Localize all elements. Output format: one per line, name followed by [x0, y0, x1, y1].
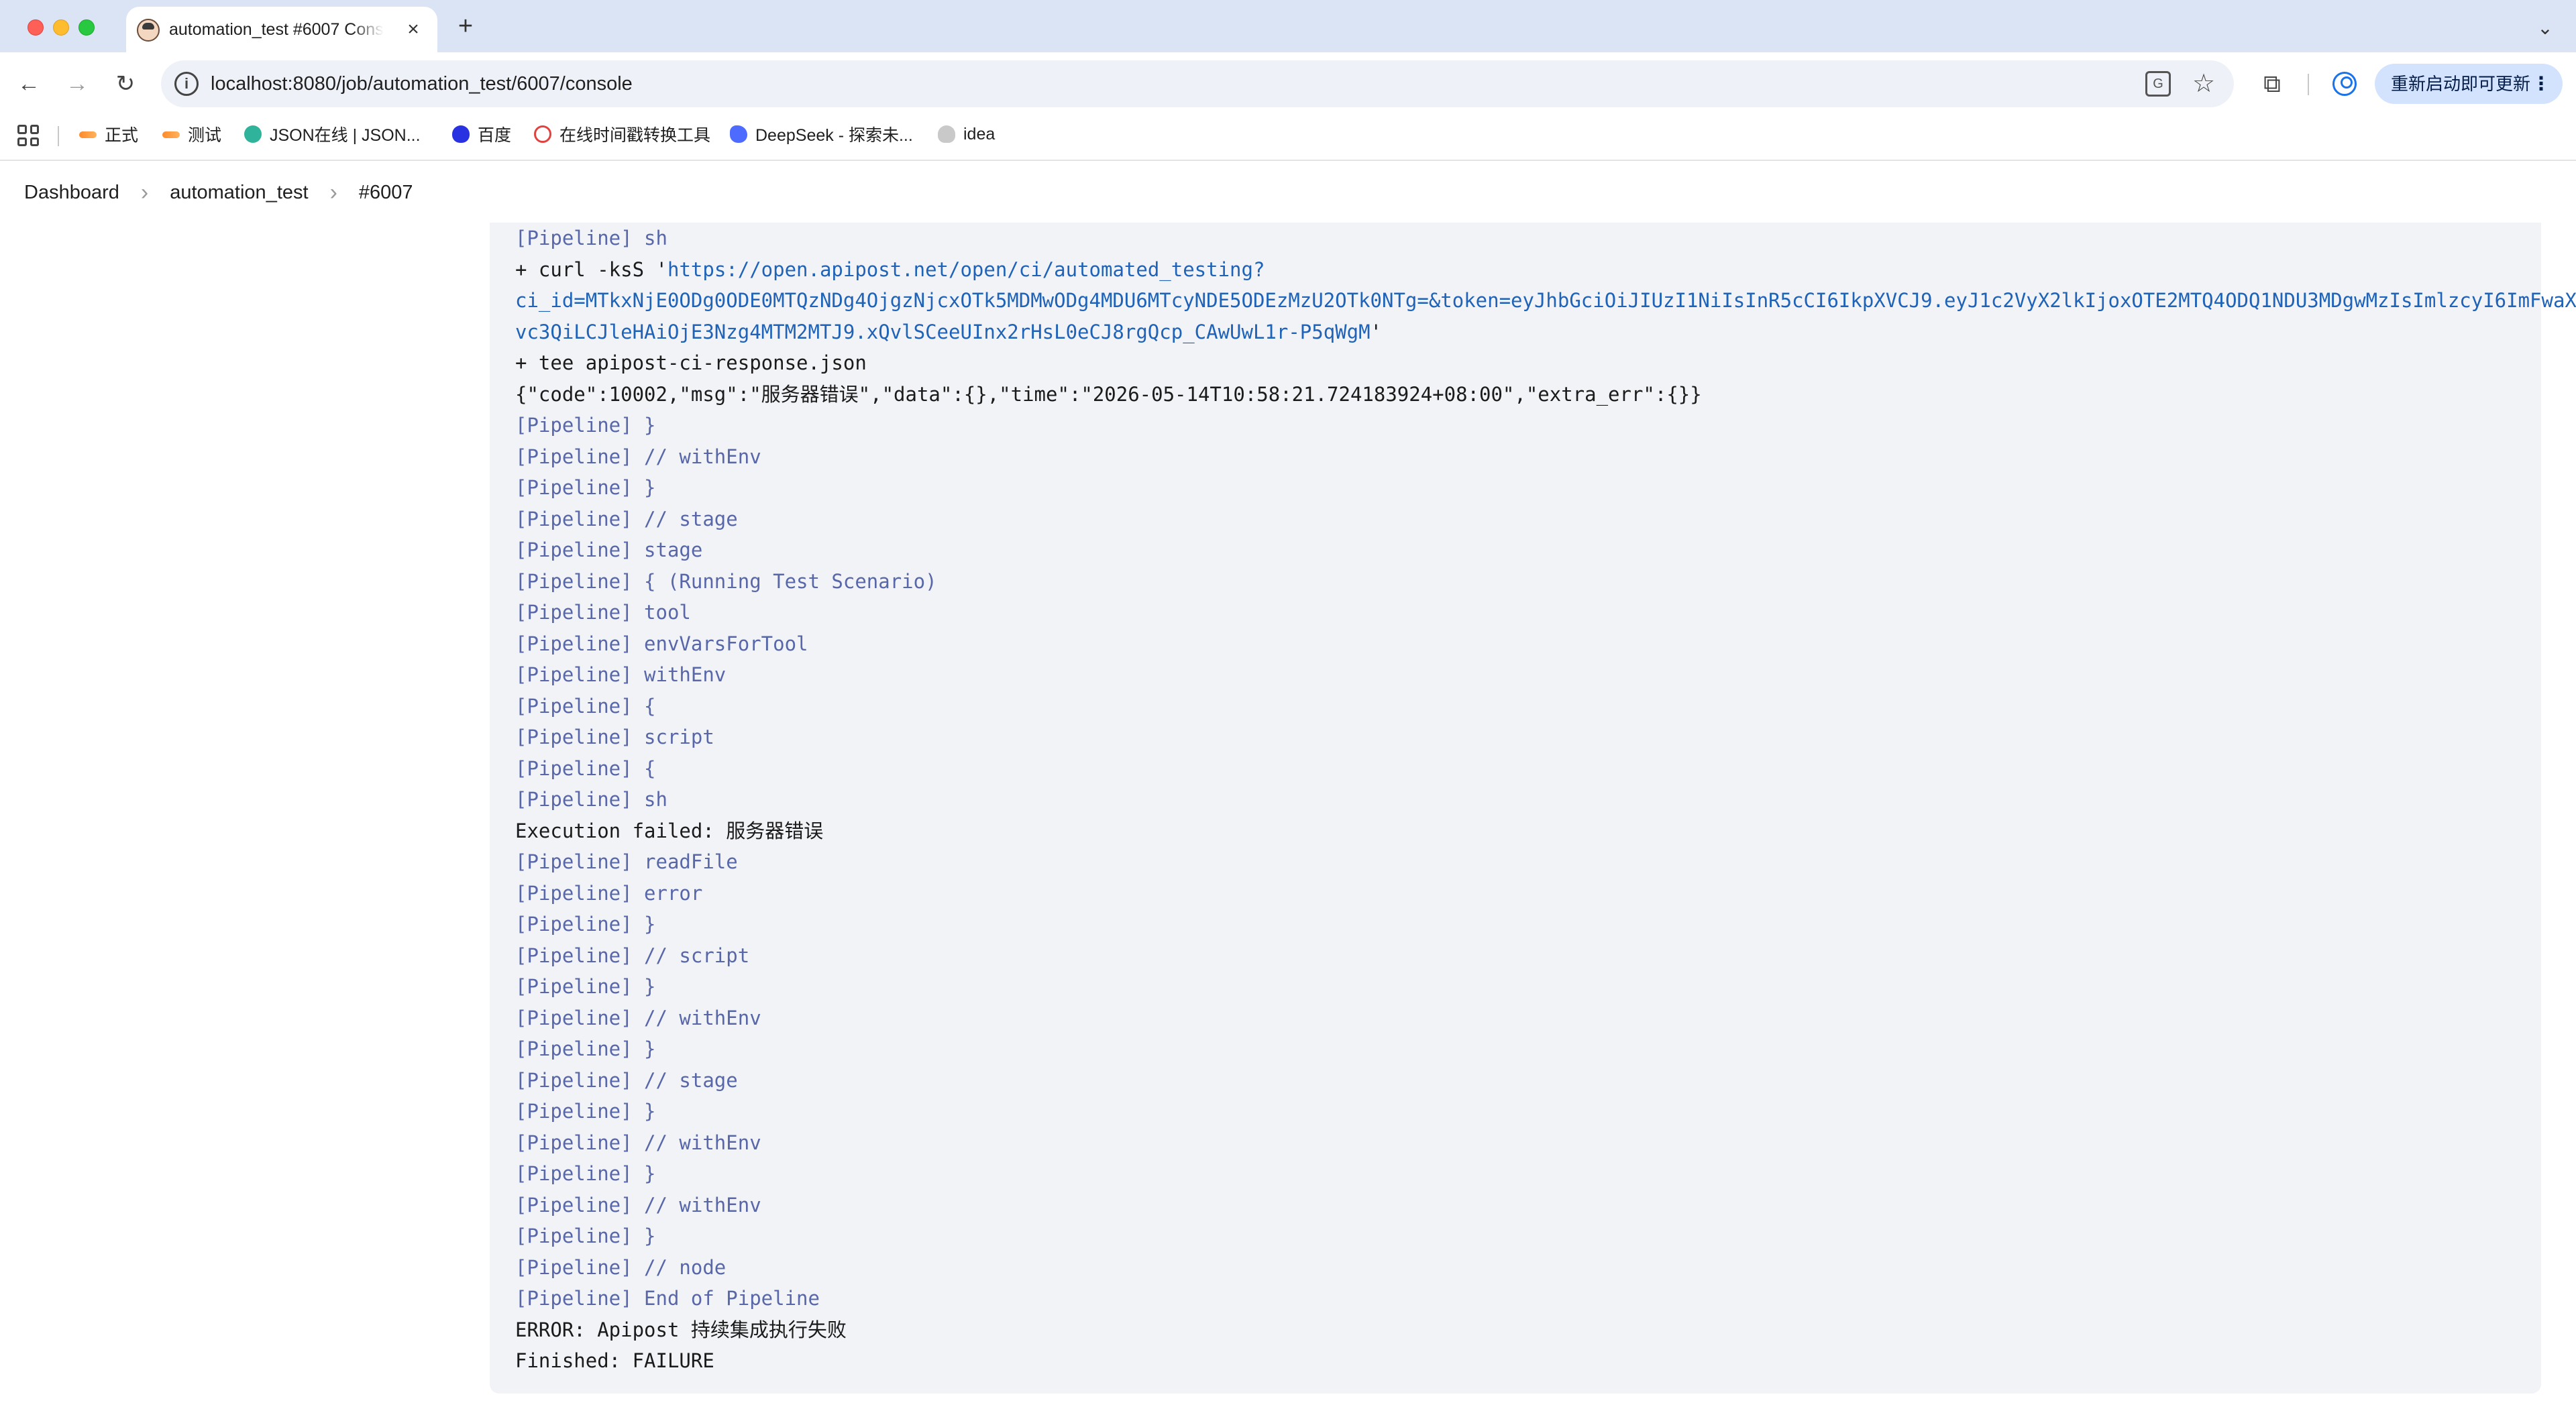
breadcrumb-dashboard[interactable]: Dashboard — [24, 182, 119, 204]
console-line: {"code":10002,"msg":"服务器错误","data":{},"t… — [515, 382, 1702, 406]
console-line: [Pipeline] } — [515, 414, 656, 437]
console-line: [Pipeline] // withEnv — [515, 445, 761, 468]
console-line: [Pipeline] } — [515, 1100, 656, 1123]
console-line: [Pipeline] script — [515, 726, 714, 748]
bookmark-item[interactable]: 在线时间戳转换工具 — [534, 115, 710, 153]
console-line: Execution failed: 服务器错误 — [515, 819, 824, 842]
back-arrow-icon[interactable]: ← — [12, 67, 46, 101]
console-line: [Pipeline] withEnv — [515, 663, 727, 686]
console-line: [Pipeline] // withEnv — [515, 1006, 761, 1029]
console-line: [Pipeline] // node — [515, 1255, 727, 1279]
bookmark-item[interactable]: DeepSeek - 探索未... — [730, 115, 913, 153]
console-line: [Pipeline] // script — [515, 944, 750, 967]
console-line: [Pipeline] } — [515, 476, 656, 499]
update-button[interactable]: 重新启动即可更新 ⋮ — [2375, 64, 2563, 104]
more-menu-icon: ⋮ — [2532, 73, 2551, 94]
curl-command: + curl -ksS 'https://open.apipost.net/op… — [515, 254, 2576, 348]
console-line: [Pipeline] sh — [515, 227, 667, 249]
console-line: [Pipeline] // stage — [515, 1068, 738, 1092]
curl-url-link[interactable]: https://open.apipost.net/open/ci/automat… — [667, 258, 1265, 281]
breadcrumb: Dashboard › automation_test › #6007 — [0, 162, 2576, 223]
tab-close-icon[interactable]: × — [400, 16, 427, 43]
console-line: [Pipeline] sh — [515, 788, 667, 811]
console-line: [Pipeline] { (Running Test Scenario) — [515, 569, 937, 593]
apps-grid-icon[interactable] — [17, 125, 39, 146]
clock-icon — [534, 125, 551, 143]
bookmarks-bar: 正式 测试 JSON在线 | JSON... 百度 在线时间戳转换工具 Deep… — [0, 115, 2576, 161]
profile-avatar-icon[interactable] — [2328, 67, 2361, 101]
window-minimize-button[interactable] — [53, 19, 69, 36]
bookmark-item[interactable]: 百度 — [452, 115, 511, 153]
console-line: [Pipeline] } — [515, 1225, 656, 1247]
curl-url-link[interactable]: vc3QiLCJleHAiOjE3Nzg4MTM2MTJ9.xQvlSCeeUI… — [515, 321, 1371, 343]
curl-prefix: + curl -ksS ' — [515, 258, 667, 281]
bookmark-item[interactable]: idea — [938, 115, 995, 153]
url-text[interactable]: localhost:8080/job/automation_test/6007/… — [211, 73, 633, 95]
console-line: Finished: FAILURE — [515, 1349, 714, 1372]
chevron-right-icon: › — [140, 180, 149, 205]
jenkins-favicon-icon — [137, 19, 160, 42]
bookmarks-divider — [58, 126, 59, 146]
window-close-button[interactable] — [28, 19, 44, 36]
reload-icon[interactable]: ↻ — [109, 67, 142, 101]
console-line: [Pipeline] // stage — [515, 507, 738, 530]
baidu-icon — [452, 125, 470, 143]
window-maximize-button[interactable] — [78, 19, 95, 36]
console-line: [Pipeline] tool — [515, 601, 691, 624]
console-output: [Pipeline] sh + curl -ksS 'https://open.… — [490, 223, 2576, 1394]
update-button-label: 重新启动即可更新 — [2391, 74, 2531, 94]
bookmark-item[interactable]: 正式 — [79, 115, 138, 153]
console-line: [Pipeline] } — [515, 975, 656, 998]
tab-active[interactable]: automation_test #6007 Console × — [126, 7, 437, 52]
extensions-puzzle-icon[interactable]: ⧉ — [2255, 67, 2289, 101]
tab-search-chevron-icon[interactable]: ⌄ — [2530, 13, 2560, 43]
bookmark-item[interactable]: 测试 — [162, 115, 221, 153]
breadcrumb-job[interactable]: automation_test — [170, 182, 308, 204]
console-line: [Pipeline] stage — [515, 539, 703, 561]
site-info-icon[interactable]: i — [174, 72, 199, 96]
console-line: ERROR: Apipost 持续集成执行失败 — [515, 1318, 847, 1341]
console-lines: [Pipeline] } [Pipeline] // withEnv [Pipeli… — [515, 410, 2541, 1377]
console-line: [Pipeline] readFile — [515, 850, 738, 873]
toolbar-divider — [2308, 74, 2309, 95]
console-line: [Pipeline] { — [515, 694, 656, 718]
curl-url-link[interactable]: ci_id=MTkxNjE0ODg0ODE0MTQzNDg4OjgzNjcxOT… — [515, 285, 2576, 317]
console-line: [Pipeline] envVarsForTool — [515, 632, 808, 655]
translate-icon[interactable]: G — [2145, 71, 2171, 97]
curl-suffix: ' — [1370, 320, 1383, 343]
console-line: + tee apipost-ci-response.json — [515, 351, 867, 374]
tab-strip: automation_test #6007 Console × + ⌄ — [0, 0, 2576, 52]
console-line: [Pipeline] { — [515, 756, 656, 780]
bookmark-star-icon[interactable]: ☆ — [2187, 67, 2220, 101]
console-line: [Pipeline] } — [515, 913, 656, 936]
breadcrumb-build[interactable]: #6007 — [359, 182, 413, 204]
browser-toolbar: ← → ↻ i localhost:8080/job/automation_te… — [0, 52, 2576, 115]
forward-arrow-icon[interactable]: → — [60, 67, 94, 101]
deepseek-icon — [730, 125, 747, 143]
console-line: [Pipeline] End of Pipeline — [515, 1287, 820, 1310]
apipost-icon — [162, 125, 180, 143]
console-line: [Pipeline] // withEnv — [515, 1131, 761, 1154]
bookmark-item[interactable]: JSON在线 | JSON... — [244, 115, 421, 153]
new-tab-button[interactable]: + — [451, 12, 480, 42]
address-bar[interactable]: i localhost:8080/job/automation_test/600… — [161, 60, 2234, 107]
console-line: [Pipeline] error — [515, 881, 703, 905]
json-icon — [244, 125, 262, 143]
apipost-icon — [79, 125, 97, 143]
console-line: [Pipeline] // withEnv — [515, 1193, 761, 1216]
console-line: [Pipeline] } — [515, 1162, 656, 1185]
chevron-right-icon: › — [329, 180, 337, 205]
tab-title: automation_test #6007 Console — [169, 20, 384, 39]
idea-icon — [938, 125, 955, 143]
console-line: [Pipeline] } — [515, 1037, 656, 1060]
